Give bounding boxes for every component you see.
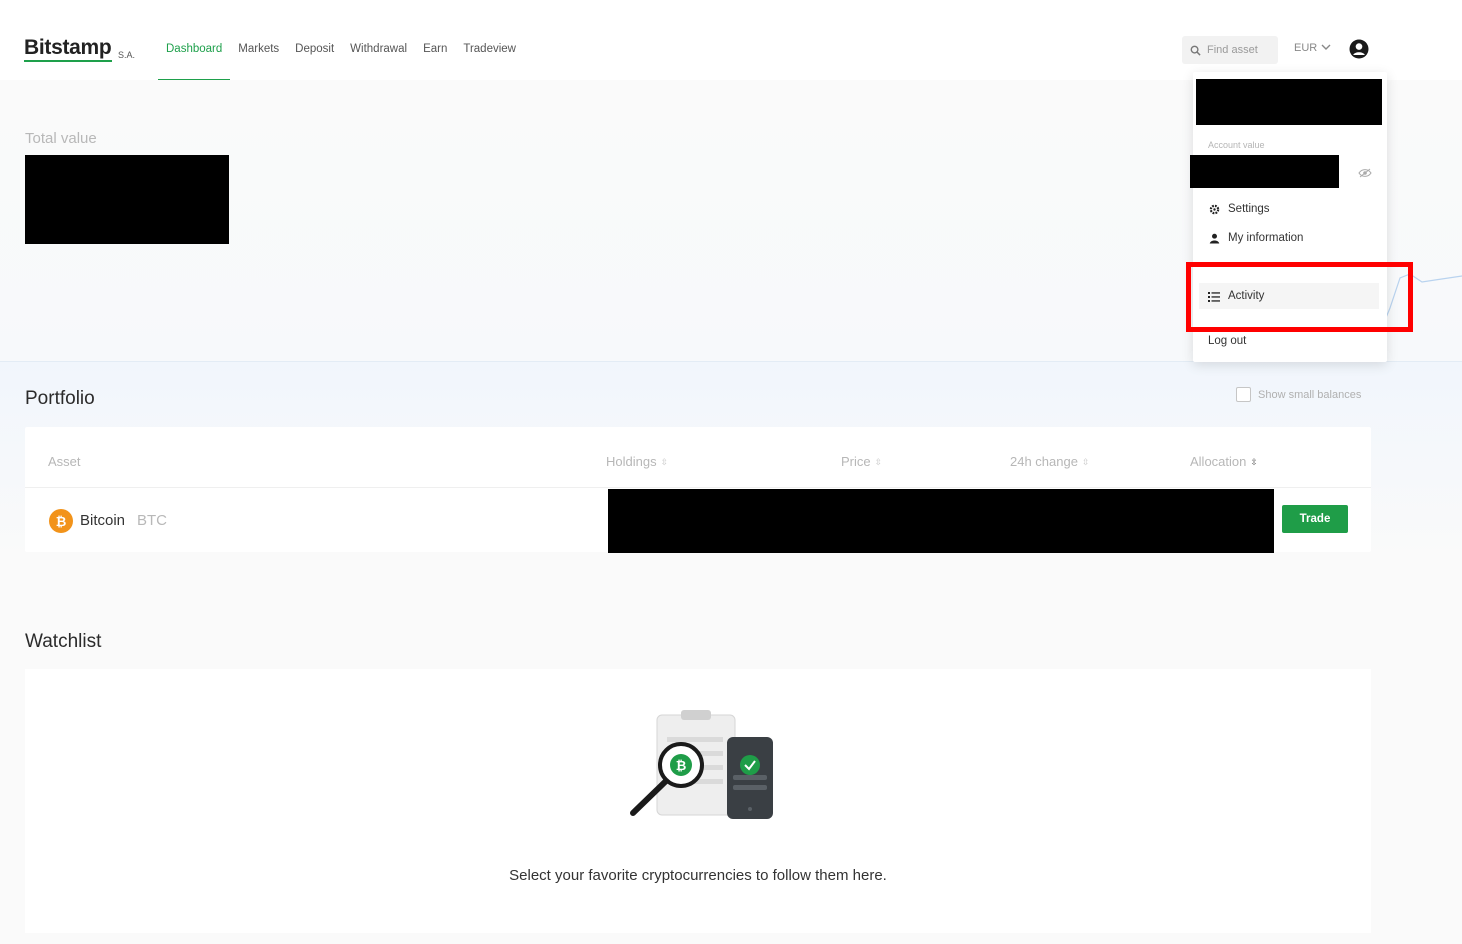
watchlist-empty-state: ₿ Select your favorite cryptocurrencies … <box>25 669 1371 933</box>
menu-item-label: Log out <box>1208 335 1247 347</box>
user-dropdown-menu: Account value Settings My information Ac… <box>1190 72 1387 362</box>
nav-earn[interactable]: Earn <box>415 43 455 81</box>
bitcoin-icon: ₿ <box>49 509 73 533</box>
menu-item-log-out[interactable]: Log out <box>1208 335 1246 347</box>
menu-item-label: Activity <box>1228 290 1265 302</box>
nav-tradeview[interactable]: Tradeview <box>455 43 524 81</box>
logo-suffix: S.A. <box>118 50 136 60</box>
main-nav: Dashboard Markets Deposit Withdrawal Ear… <box>158 43 524 81</box>
sort-icon: ⇳ <box>1250 456 1258 467</box>
list-icon <box>1208 290 1220 302</box>
column-header-price[interactable]: Price ⇳ <box>841 454 882 469</box>
search-placeholder: Find asset <box>1207 44 1258 56</box>
total-value-redacted <box>25 155 229 244</box>
sort-icon: ⇳ <box>874 456 883 467</box>
holdings-redacted <box>608 489 1274 553</box>
watchlist-title: Watchlist <box>25 631 102 652</box>
watchlist-illustration-icon: ₿ <box>630 710 773 819</box>
menu-item-activity[interactable]: Activity <box>1208 290 1264 302</box>
column-header-24h-change[interactable]: 24h change ⇳ <box>1010 454 1090 469</box>
asset-ticker: BTC <box>137 512 167 529</box>
show-small-balances[interactable]: Show small balances <box>1236 387 1361 402</box>
asset-name: Bitcoin <box>80 512 126 529</box>
person-icon <box>1208 232 1220 244</box>
sort-icon: ⇳ <box>1081 456 1090 467</box>
column-header-asset: Asset <box>48 454 81 469</box>
top-navigation-bar: Bitstamp S.A. Dashboard Markets Deposit … <box>0 0 1462 81</box>
user-name-redacted <box>1196 79 1382 125</box>
bitstamp-logo[interactable]: Bitstamp <box>24 36 112 60</box>
chevron-down-icon <box>1321 42 1331 54</box>
watchlist-empty-message: Select your favorite cryptocurrencies to… <box>509 867 887 884</box>
account-value-redacted <box>1190 155 1339 188</box>
sort-icon: ⇳ <box>660 456 669 467</box>
eye-icon[interactable] <box>1358 165 1372 178</box>
column-header-allocation[interactable]: Allocation ⇳ <box>1190 454 1258 469</box>
nav-markets[interactable]: Markets <box>230 43 287 81</box>
portfolio-title: Portfolio <box>25 388 95 409</box>
currency-value: EUR <box>1294 42 1318 54</box>
chart-trendline <box>1380 273 1462 333</box>
show-small-balances-label: Show small balances <box>1258 388 1362 401</box>
column-header-holdings[interactable]: Holdings ⇳ <box>606 454 668 469</box>
currency-selector[interactable]: EUR <box>1294 42 1331 54</box>
show-small-balances-checkbox[interactable] <box>1236 387 1251 402</box>
menu-item-my-information[interactable]: My information <box>1208 232 1303 244</box>
menu-item-label: My information <box>1228 232 1304 244</box>
account-value-label: Account value <box>1208 140 1265 150</box>
nav-dashboard[interactable]: Dashboard <box>158 43 231 81</box>
nav-deposit[interactable]: Deposit <box>287 43 342 81</box>
gear-icon <box>1208 203 1220 215</box>
header-divider <box>25 487 1371 488</box>
nav-withdrawal[interactable]: Withdrawal <box>342 43 415 81</box>
menu-item-label: Settings <box>1228 203 1270 215</box>
trade-button[interactable]: Trade <box>1282 505 1348 533</box>
menu-item-settings[interactable]: Settings <box>1208 203 1270 215</box>
total-value-label: Total value <box>25 130 97 147</box>
logo-underline <box>24 60 112 62</box>
search-icon <box>1190 45 1201 56</box>
find-asset-search[interactable]: Find asset <box>1182 36 1278 64</box>
svg-text:₿: ₿ <box>676 759 687 774</box>
user-circle-icon[interactable] <box>1349 39 1369 59</box>
